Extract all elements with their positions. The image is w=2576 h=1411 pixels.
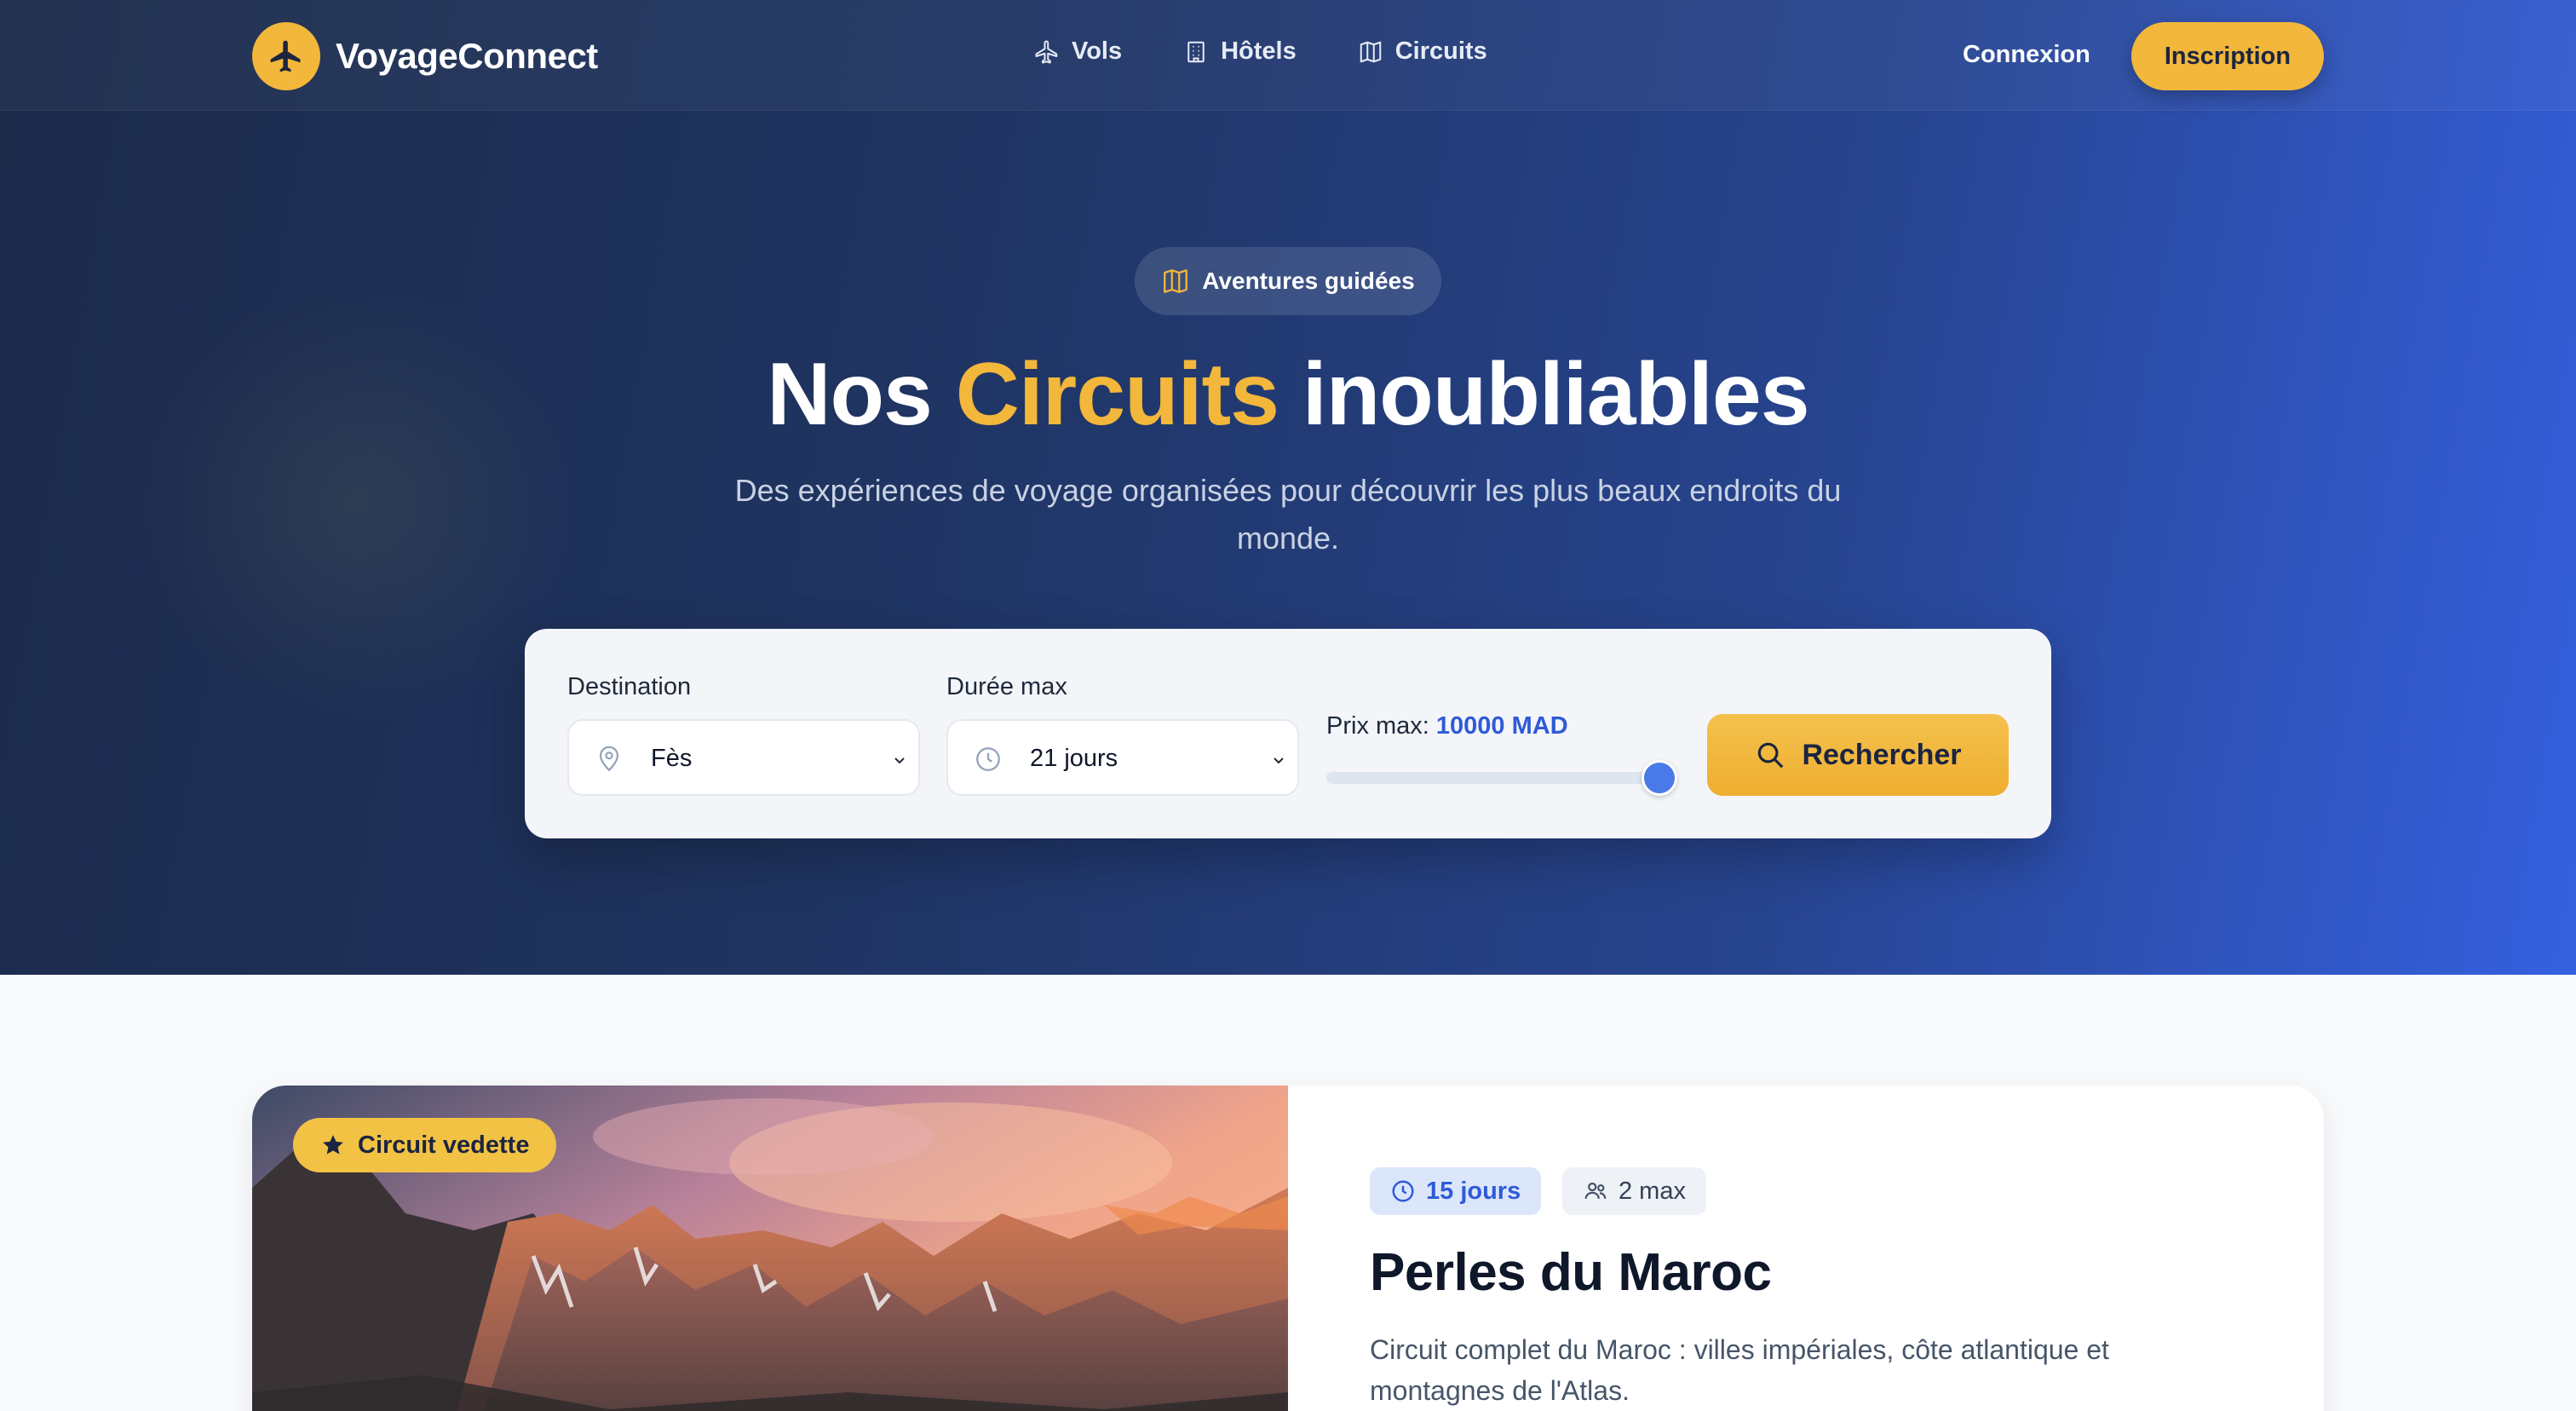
nav-item-vols[interactable]: Vols [1034,37,1122,66]
brand-logo[interactable]: VoyageConnect [252,22,598,90]
guided-adventures-pill: Aventures guidées [1135,247,1441,315]
price-value: 10000 MAD [1435,712,1568,740]
map-icon [1360,41,1381,62]
price-slider[interactable] [1326,760,1677,796]
nav-label-circuits: Circuits [1394,37,1487,65]
nav-item-circuits[interactable]: Circuits [1358,37,1487,66]
price-slider-fill [1326,772,1659,784]
pill-label: Aventures guidées [1202,268,1415,294]
search-icon [1758,742,1784,769]
hero-subtitle: Des expériences de voyage organisées pou… [734,473,1842,556]
airplane-logo-icon [252,22,320,90]
clock-icon [1392,1180,1414,1202]
group-size-label: 2 max [1619,1177,1686,1205]
search-button[interactable]: Rechercher [1707,714,2009,796]
building-icon [1187,41,1205,62]
destination-value: Fès [651,745,693,772]
duration-tag-label: 15 jours [1426,1177,1521,1205]
hero-section: VoyageConnect Vols Hôtels Circuits Conne… [0,0,2576,975]
nav-label-vols: Vols [1072,37,1123,65]
chevron-down-icon [894,757,905,764]
star-icon [323,1135,343,1155]
brand-name: VoyageConnect [336,36,598,76]
login-link[interactable]: Connexion [1963,41,2090,69]
circuit-title: Perles du Maroc [1370,1243,1772,1302]
title-part-2: inoubliables [1278,345,1810,444]
top-navbar: VoyageConnect Vols Hôtels Circuits Conne… [0,0,2576,111]
featured-badge: Circuit vedette [293,1118,557,1172]
location-pin-icon [599,746,619,772]
plane-icon [1035,40,1058,63]
duration-label: Durée max [946,673,1067,700]
title-part-1: Nos [767,345,956,444]
chevron-down-icon [1274,757,1284,764]
price-slider-thumb[interactable] [1642,760,1677,796]
nav-label-hotels: Hôtels [1221,37,1297,65]
users-icon [1584,1182,1607,1199]
duration-tag: 15 jours [1370,1167,1542,1215]
price-label-text: Prix max: [1326,712,1436,740]
price-label: Prix max: 10000 MAD [1326,712,1568,740]
destination-label: Destination [567,673,692,700]
nav-item-hotels[interactable]: Hôtels [1183,37,1297,66]
duration-select[interactable]: 21 jours [946,719,1299,796]
title-accent: Circuits [955,345,1279,444]
featured-circuit-card[interactable]: Circuit vedette 15 jours 2 max Perles du… [252,1086,2324,1411]
destination-select[interactable]: Fès [567,719,920,796]
search-button-label: Rechercher [1802,738,1962,771]
group-size-tag: 2 max [1562,1167,1706,1215]
search-card: Destination Fès Durée max 21 jours Prix … [525,629,2051,838]
map-icon [1164,269,1188,293]
page-title: Nos Circuits inoubliables [0,344,2576,446]
clock-icon [976,747,1000,771]
featured-badge-label: Circuit vedette [358,1131,530,1159]
duration-value: 21 jours [1030,745,1118,772]
main-nav: Vols Hôtels Circuits [1034,37,1487,66]
circuit-description: Circuit complet du Maroc : villes impéri… [1370,1334,2109,1406]
signup-button[interactable]: Inscription [2131,22,2324,90]
